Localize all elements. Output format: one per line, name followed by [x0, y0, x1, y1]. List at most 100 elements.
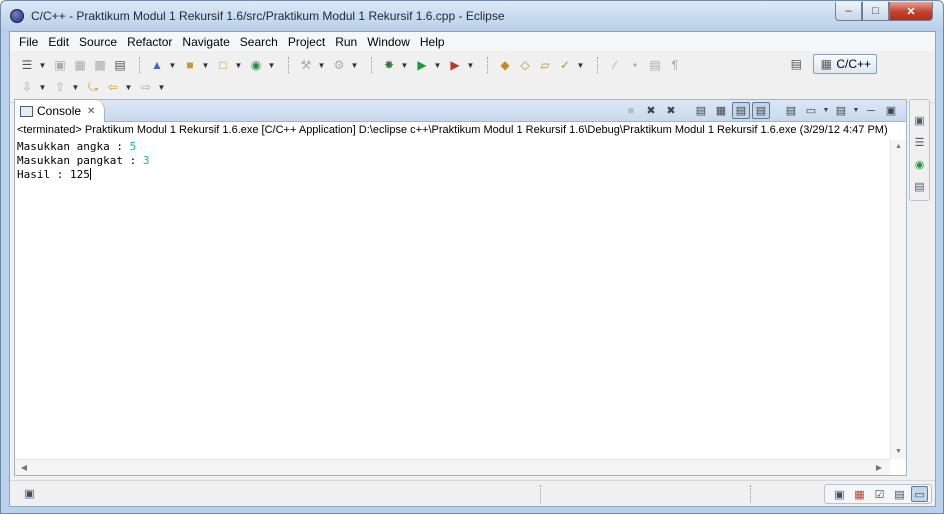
console-icon[interactable]: ▭: [911, 486, 928, 502]
open-element-icon[interactable]: ◇: [516, 57, 534, 73]
minimize-button[interactable]: –: [835, 2, 862, 21]
console-prompt: Masukkan angka :: [17, 140, 130, 153]
restore-icon[interactable]: ▣: [912, 112, 928, 128]
open-resource-icon[interactable]: ▱: [536, 57, 554, 73]
debug-icon[interactable]: ✸: [380, 57, 398, 73]
close-icon[interactable]: ✕: [87, 106, 95, 117]
new-icon[interactable]: ☰: [18, 57, 36, 73]
toolbar-row-1: ☰ ▼ ▣ ▦ ▩ ▤ ▲ ▼ ■ ▼ □ ▼ ◉ ▼ ⚒ ▼ ⚙ ▼ ✸ ▼ ▶ ▼ ▶ ▼ ◆ …: [18, 55, 686, 75]
vertical-scrollbar[interactable]: ▲ ▼: [890, 140, 906, 459]
new-source-folder-icon[interactable]: ■: [181, 57, 199, 73]
show-whitespace-icon[interactable]: •: [626, 57, 644, 73]
show-on-stderr-icon[interactable]: ▤: [752, 102, 770, 119]
console-output[interactable]: Masukkan angka : 5 Masukkan pangkat : 3 …: [15, 140, 889, 455]
close-button[interactable]: ✕: [889, 2, 933, 21]
menu-run[interactable]: Run: [330, 35, 362, 49]
window-controls: – □ ✕: [835, 2, 933, 21]
problems-icon[interactable]: ▦: [851, 486, 868, 502]
save-icon[interactable]: ▣: [51, 57, 69, 73]
main-toolbar: ☰ ▼ ▣ ▦ ▩ ▤ ▲ ▼ ■ ▼ □ ▼ ◉ ▼ ⚒ ▼ ⚙ ▼ ✸ ▼ ▶ ▼ ▶ ▼ ◆ …: [10, 51, 935, 103]
chevron-down-icon[interactable]: ▼: [38, 79, 47, 95]
console-input: 5: [129, 140, 137, 153]
chevron-down-icon[interactable]: ▼: [852, 102, 860, 119]
maximize-icon[interactable]: ▣: [882, 102, 900, 119]
build-config-icon[interactable]: ⚙: [330, 57, 348, 73]
outline-icon[interactable]: ☰: [912, 134, 928, 150]
terminate-icon[interactable]: ■: [622, 102, 640, 119]
menu-help[interactable]: Help: [415, 35, 450, 49]
next-annotation-icon[interactable]: ⇩: [18, 79, 36, 95]
menu-edit[interactable]: Edit: [43, 35, 74, 49]
remove-launch-icon[interactable]: ✖: [642, 102, 660, 119]
menu-navigate[interactable]: Navigate: [177, 35, 234, 49]
toggle-mark-occurrences-icon[interactable]: ✓: [556, 57, 574, 73]
chevron-down-icon[interactable]: ▼: [317, 57, 326, 73]
menu-bar: File Edit Source Refactor Navigate Searc…: [10, 32, 935, 51]
chevron-down-icon[interactable]: ▼: [234, 57, 243, 73]
tasks-icon[interactable]: ☑: [871, 486, 888, 502]
scroll-up-icon[interactable]: ▲: [891, 140, 906, 154]
last-edit-icon[interactable]: ⤿: [84, 79, 102, 95]
chevron-down-icon[interactable]: ▼: [267, 57, 276, 73]
menu-file[interactable]: File: [14, 35, 43, 49]
show-on-stdout-icon[interactable]: ▤: [732, 102, 750, 119]
fast-view-icon[interactable]: ▣: [21, 485, 38, 501]
task-list-icon[interactable]: ▤: [912, 178, 928, 194]
open-console-icon[interactable]: ▤: [832, 102, 850, 119]
open-type-icon[interactable]: ◆: [496, 57, 514, 73]
remove-all-icon[interactable]: ✖: [662, 102, 680, 119]
chevron-down-icon[interactable]: ▼: [168, 57, 177, 73]
horizontal-scrollbar[interactable]: ◀ ▶: [15, 459, 890, 475]
pin-icon[interactable]: ∕: [606, 57, 624, 73]
external-tools-icon[interactable]: ▶: [446, 57, 464, 73]
build-binary-icon[interactable]: ▤: [111, 57, 129, 73]
scroll-right-icon[interactable]: ▶: [872, 460, 886, 475]
chevron-down-icon[interactable]: ▼: [201, 57, 210, 73]
chevron-down-icon[interactable]: ▼: [822, 102, 830, 119]
chevron-down-icon[interactable]: ▼: [71, 79, 80, 95]
scroll-left-icon[interactable]: ◀: [17, 460, 31, 475]
chevron-down-icon[interactable]: ▼: [350, 57, 359, 73]
prev-annotation-icon[interactable]: ⇧: [51, 79, 69, 95]
tab-console[interactable]: Console ✕: [15, 100, 105, 122]
properties-icon[interactable]: ▤: [891, 486, 908, 502]
new-cpp-project-icon[interactable]: ▲: [148, 57, 166, 73]
chevron-down-icon[interactable]: ▼: [576, 57, 585, 73]
menu-window[interactable]: Window: [362, 35, 415, 49]
maximize-button[interactable]: □: [862, 2, 889, 21]
toolbar-separator: [371, 57, 372, 73]
build-icon[interactable]: ⚒: [297, 57, 315, 73]
forward-icon[interactable]: ⇨: [137, 79, 155, 95]
chevron-down-icon[interactable]: ▼: [433, 57, 442, 73]
status-trim-stack: ▣ ▦ ☑ ▤ ▭: [824, 484, 932, 504]
console-view-tabbar: Console ✕ ■ ✖ ✖ ▤ ▦ ▤ ▤ ▤ ▭ ▼ ▤ ▼ ─ ▣: [15, 100, 906, 122]
menu-search[interactable]: Search: [235, 35, 283, 49]
clear-console-icon[interactable]: ▤: [692, 102, 710, 119]
display-console-icon[interactable]: ▭: [802, 102, 820, 119]
restore-icon[interactable]: ▣: [831, 486, 848, 502]
paragraph-icon[interactable]: ¶: [666, 57, 684, 73]
chevron-down-icon[interactable]: ▼: [466, 57, 475, 73]
chevron-down-icon[interactable]: ▼: [38, 57, 47, 73]
print-icon[interactable]: ▩: [91, 57, 109, 73]
menu-source[interactable]: Source: [74, 35, 122, 49]
run-icon[interactable]: ▶: [413, 57, 431, 73]
new-class-icon[interactable]: □: [214, 57, 232, 73]
show-block-icon[interactable]: ▤: [646, 57, 664, 73]
make-targets-icon[interactable]: ◉: [912, 156, 928, 172]
chevron-down-icon[interactable]: ▼: [157, 79, 166, 95]
save-all-icon[interactable]: ▦: [71, 57, 89, 73]
back-icon[interactable]: ⇦: [104, 79, 122, 95]
menu-project[interactable]: Project: [283, 35, 330, 49]
scroll-down-icon[interactable]: ▼: [891, 445, 906, 459]
scroll-lock-icon[interactable]: ▦: [712, 102, 730, 119]
title-bar[interactable]: C/C++ - Praktikum Modul 1 Rekursif 1.6/s…: [1, 1, 943, 31]
open-perspective-icon[interactable]: ▤: [787, 56, 805, 72]
pin-console-icon[interactable]: ▤: [782, 102, 800, 119]
chevron-down-icon[interactable]: ▼: [124, 79, 133, 95]
menu-refactor[interactable]: Refactor: [122, 35, 177, 49]
perspective-cpp-button[interactable]: ▦ C/C++: [813, 54, 877, 74]
search-icon[interactable]: ◉: [247, 57, 265, 73]
chevron-down-icon[interactable]: ▼: [400, 57, 409, 73]
minimize-icon[interactable]: ─: [862, 102, 880, 119]
